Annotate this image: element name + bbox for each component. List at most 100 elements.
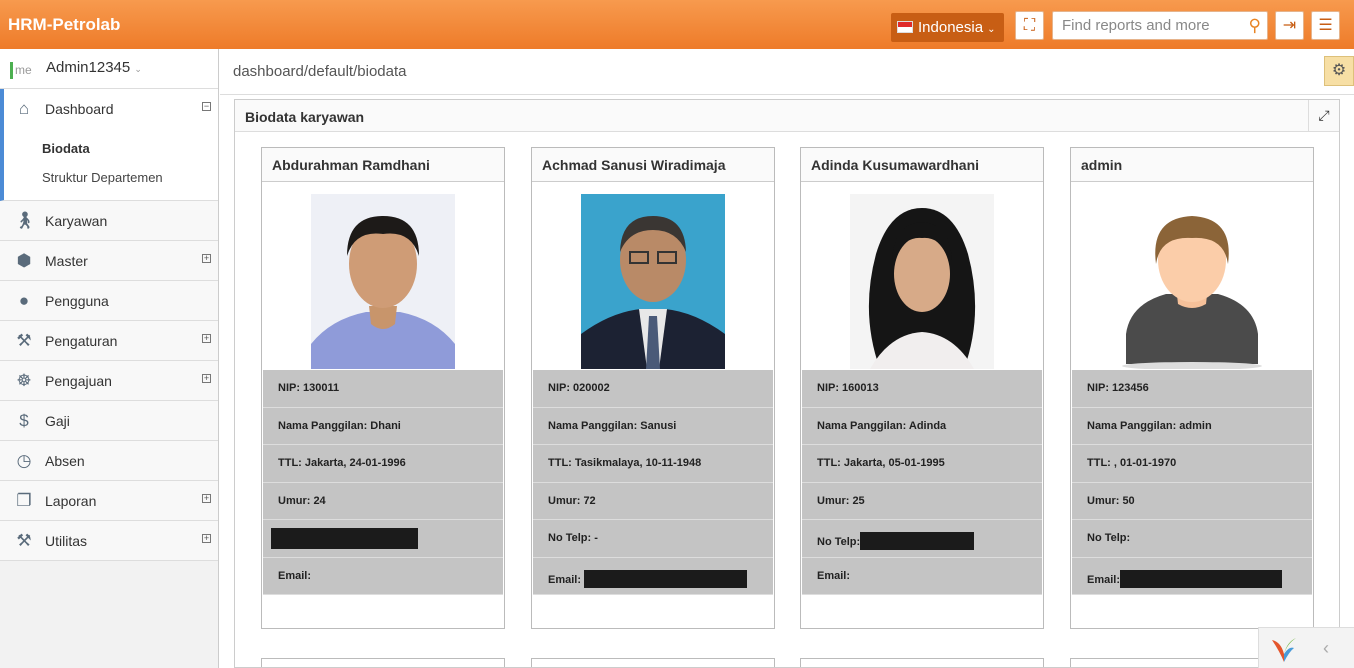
ttl: TTL: Jakarta, 24-01-1996 [263, 445, 503, 483]
panel-header: Biodata karyawan ⤢ [235, 100, 1339, 132]
hamburger-icon: ☰ [1318, 17, 1333, 34]
employee-photo [581, 194, 725, 369]
email-row: Email: [533, 557, 773, 595]
collapse-icon[interactable]: − [202, 102, 211, 111]
wrench-icon: ⚒︎ [16, 331, 32, 350]
search-icon[interactable]: ⚲ [1249, 16, 1261, 36]
sidebar-item-label: Master [45, 253, 88, 269]
employee-card [261, 658, 505, 667]
search-input[interactable] [1053, 12, 1238, 39]
no-telp-label: No Telp: [817, 536, 861, 548]
sidebar-subitem-biodata[interactable]: Biodata [42, 141, 90, 156]
sidebar-item-label: Karyawan [45, 213, 108, 229]
expand-arrows-icon: ⛶ [1023, 17, 1036, 34]
breadcrumb: dashboard/default/biodata [233, 63, 407, 80]
sidebar-item-laporan[interactable]: ❐ Laporan + [0, 481, 218, 521]
sidebar-item-label: Utilitas [45, 533, 88, 549]
expand-icon[interactable]: + [202, 534, 211, 543]
sidebar-item-absen[interactable]: ◷ Absen [0, 441, 218, 481]
sidebar-item-karyawan[interactable]: 🚶︎ Karyawan [0, 201, 218, 241]
redacted-bar [860, 532, 975, 550]
sidebar-item-utilitas[interactable]: ⚒︎ Utilitas + [0, 521, 218, 561]
employee-card [531, 658, 775, 667]
home-icon: ⌂ [18, 99, 30, 118]
nama-panggilan: Nama Panggilan: Sanusi [533, 407, 773, 445]
sidebar-subitem-struktur-departemen[interactable]: Struktur Departemen [42, 170, 163, 185]
employee-name[interactable]: admin [1071, 148, 1313, 182]
app-brand[interactable]: HRM-Petrolab [8, 15, 120, 35]
user-menu[interactable]: Admin12345 ⌄ [46, 59, 142, 76]
ttl: TTL: , 01-01-1970 [1072, 445, 1312, 483]
expand-icon[interactable]: + [202, 254, 211, 263]
umur: Umur: 72 [533, 482, 773, 520]
employee-details: NIP: 123456 Nama Panggilan: admin TTL: ,… [1072, 370, 1312, 595]
debug-toolbar[interactable]: ‹ [1258, 627, 1354, 668]
umur: Umur: 50 [1072, 482, 1312, 520]
user-box: me Admin12345 ⌄ [0, 49, 218, 89]
sidebar-item-label: Dashboard [45, 101, 114, 117]
email-label: Email: [1087, 573, 1121, 586]
employee-photo [850, 194, 994, 369]
cube-icon: ⬢ [16, 251, 32, 270]
nip: NIP: 130011 [263, 370, 503, 408]
sidebar-item-gaji[interactable]: $ Gaji [0, 401, 218, 441]
chevron-left-icon[interactable]: ‹ [1323, 638, 1329, 659]
yii-logo-icon [1272, 638, 1296, 662]
sidebar-item-label: Pengajuan [45, 373, 112, 389]
employee-details: NIP: 160013 Nama Panggilan: Adinda TTL: … [802, 370, 1042, 595]
copy-icon: ❐ [16, 491, 32, 510]
top-navbar: HRM-Petrolab Indonesia⌄ ⛶ ⚲ ⇥ ☰ [0, 0, 1354, 49]
sidebar: me Admin12345 ⌄ ⌂ Dashboard − Biodata St… [0, 49, 219, 668]
employee-photo [311, 194, 455, 369]
email: Email: [263, 557, 503, 595]
indonesia-flag-icon [897, 21, 913, 33]
redacted-bar [1120, 569, 1283, 588]
employee-card [800, 658, 1044, 667]
dharma-icon: ☸︎ [16, 371, 32, 390]
employee-name[interactable]: Achmad Sanusi Wiradimaja [532, 148, 774, 182]
sidebar-item-dashboard[interactable]: ⌂ Dashboard − Biodata Struktur Departeme… [0, 89, 218, 201]
sidebar-item-pengajuan[interactable]: ☸︎ Pengajuan + [0, 361, 218, 401]
panel-title: Biodata karyawan [245, 109, 365, 125]
settings-button[interactable]: ⚙ [1324, 56, 1354, 86]
dollar-icon: $ [19, 411, 29, 430]
ttl: TTL: Jakarta, 05-01-1995 [802, 445, 1042, 483]
sidebar-item-label: Absen [45, 453, 85, 469]
umur: Umur: 25 [802, 482, 1042, 520]
email-label: Email: [548, 573, 582, 586]
expand-icon[interactable]: + [202, 334, 211, 343]
expand-icon[interactable]: + [202, 494, 211, 503]
sidebar-item-master[interactable]: ⬢ Master + [0, 241, 218, 281]
employee-name[interactable]: Abdurahman Ramdhani [262, 148, 504, 182]
nama-panggilan: Nama Panggilan: Adinda [802, 407, 1042, 445]
sidebar-item-label: Pengaturan [45, 333, 118, 349]
sidebar-item-pengaturan[interactable]: ⚒︎ Pengaturan + [0, 321, 218, 361]
user-icon: ● [18, 291, 30, 310]
redacted-bar [584, 569, 748, 588]
fullscreen-button[interactable]: ⛶ [1015, 11, 1044, 40]
nama-panggilan: Nama Panggilan: admin [1072, 407, 1312, 445]
person-icon: 🚶︎ [14, 211, 36, 230]
sidebar-item-pengguna[interactable]: ● Pengguna [0, 281, 218, 321]
menu-toggle-button[interactable]: ☰ [1311, 11, 1340, 40]
expand-icon[interactable]: + [202, 374, 211, 383]
nip: NIP: 020002 [533, 370, 773, 408]
nama-panggilan: Nama Panggilan: Dhani [263, 407, 503, 445]
breadcrumb-bar: dashboard/default/biodata [220, 49, 1354, 95]
sidebar-item-label: Pengguna [45, 293, 109, 309]
sidebar-item-label: Gaji [45, 413, 70, 429]
fullscreen-toggle-icon[interactable]: ⤢ [1308, 100, 1339, 131]
sidebar-item-label: Laporan [45, 493, 97, 509]
username: Admin12345 [46, 59, 131, 76]
employee-name[interactable]: Adinda Kusumawardhani [801, 148, 1043, 182]
language-dropdown[interactable]: Indonesia ⌄ [891, 13, 1004, 42]
wrench-icon: ⚒︎ [16, 531, 32, 550]
no-telp-row [263, 520, 503, 558]
nip: NIP: 123456 [1072, 370, 1312, 408]
default-avatar-icon [1120, 194, 1264, 369]
nip: NIP: 160013 [802, 370, 1042, 408]
search-box[interactable]: ⚲ [1052, 11, 1268, 40]
ttl: TTL: Tasikmalaya, 10-11-1948 [533, 445, 773, 483]
logout-button[interactable]: ⇥ [1275, 11, 1304, 40]
biodata-panel: Biodata karyawan ⤢ Abdurahman Ramdhani N… [234, 99, 1340, 668]
